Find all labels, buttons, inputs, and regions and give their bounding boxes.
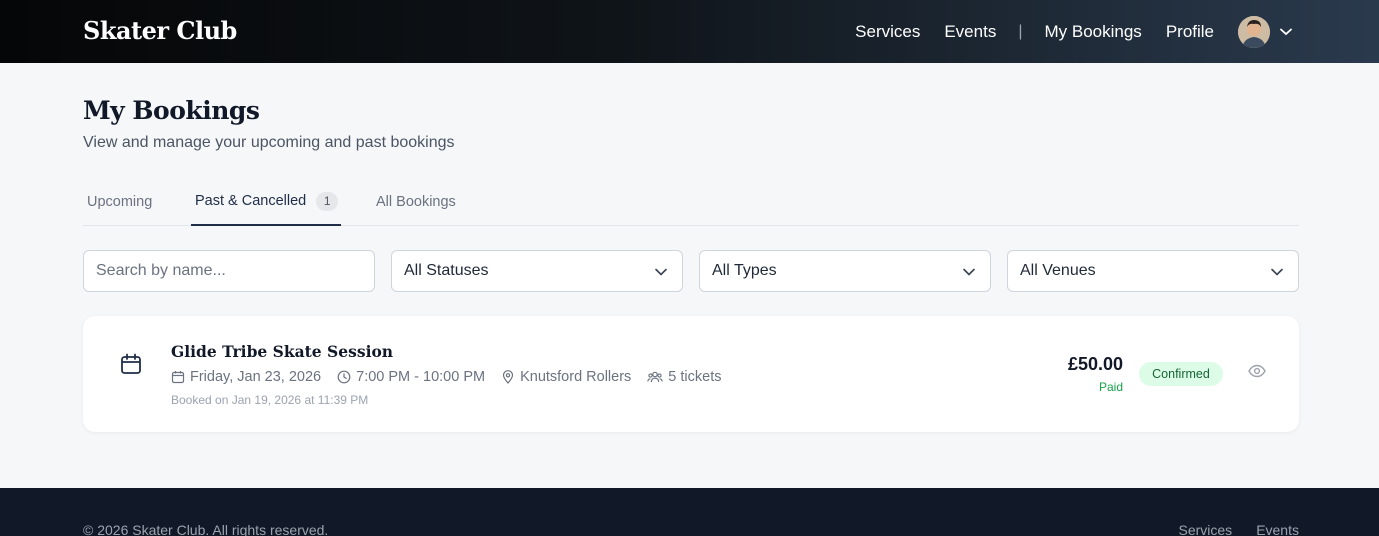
footer-copyright: © 2026 Skater Club. All rights reserved. — [83, 522, 329, 536]
booking-date-text: Friday, Jan 23, 2026 — [190, 369, 322, 385]
booking-tickets: 5 tickets — [647, 369, 721, 385]
booking-tabs: Upcoming Past & Cancelled 1 All Bookings — [83, 178, 1299, 226]
nav-events[interactable]: Events — [944, 22, 996, 42]
footer-links: Services Events — [1155, 522, 1300, 536]
booking-venue-text: Knutsford Rollers — [520, 369, 632, 385]
tab-all-bookings[interactable]: All Bookings — [376, 178, 456, 225]
footer-link-events[interactable]: Events — [1256, 522, 1299, 536]
booking-card[interactable]: Glide Tribe Skate Session Friday, Jan 23… — [83, 316, 1299, 432]
tab-label: Upcoming — [87, 193, 153, 210]
type-select-value: All Types — [712, 262, 777, 279]
page-subtitle: View and manage your upcoming and past b… — [83, 134, 455, 151]
chevron-down-icon — [963, 268, 975, 276]
payment-status: Paid — [1098, 380, 1123, 394]
tab-label: All Bookings — [376, 193, 456, 210]
user-menu-button[interactable] — [1238, 15, 1292, 48]
eye-icon[interactable] — [1248, 364, 1266, 378]
status-select[interactable]: All Statuses — [391, 250, 683, 292]
page-title: My Bookings — [83, 96, 260, 125]
chevron-down-icon — [655, 268, 667, 276]
main-nav: Services Events | My Bookings Profile — [831, 0, 1292, 63]
search-input[interactable] — [96, 262, 362, 280]
clock-icon — [337, 370, 351, 384]
brand-logo[interactable]: Skater Club — [83, 16, 237, 45]
status-badge: Confirmed — [1139, 362, 1223, 386]
count-badge: 1 — [316, 191, 339, 211]
tab-upcoming[interactable]: Upcoming — [87, 178, 152, 225]
map-pin-icon — [502, 370, 514, 384]
booking-meta: Friday, Jan 23, 2026 7:00 PM - 10:00 PM … — [171, 369, 737, 385]
chevron-down-icon — [1280, 28, 1292, 35]
booking-price: £50.00 — [1067, 354, 1123, 374]
status-select-value: All Statuses — [404, 262, 489, 279]
calendar-icon — [121, 353, 141, 374]
venue-select[interactable]: All Venues — [1007, 250, 1299, 292]
booked-on-text: Booked on Jan 19, 2026 at 11:39 PM — [171, 393, 369, 407]
tab-label: Past & Cancelled — [195, 193, 307, 209]
users-icon — [647, 371, 664, 383]
tab-past-cancelled[interactable]: Past & Cancelled 1 — [191, 178, 341, 226]
footer: © 2026 Skater Club. All rights reserved.… — [0, 488, 1379, 536]
footer-link-services[interactable]: Services — [1179, 522, 1233, 536]
booking-title: Glide Tribe Skate Session — [171, 342, 394, 361]
booking-time: 7:00 PM - 10:00 PM — [337, 369, 485, 385]
search-field — [83, 250, 375, 292]
booking-venue: Knutsford Rollers — [501, 369, 631, 385]
top-navbar: Skater Club Services Events | My Booking… — [0, 0, 1379, 63]
nav-my-bookings[interactable]: My Bookings — [1044, 22, 1141, 42]
nav-profile[interactable]: Profile — [1166, 22, 1214, 42]
booking-tickets-text: 5 tickets — [668, 369, 722, 385]
chevron-down-icon — [1271, 268, 1283, 276]
booking-time-text: 7:00 PM - 10:00 PM — [356, 369, 486, 385]
user-avatar — [1238, 15, 1270, 48]
type-select[interactable]: All Types — [699, 250, 991, 292]
nav-separator: | — [1018, 22, 1023, 40]
venue-select-value: All Venues — [1020, 262, 1096, 279]
booking-date: Friday, Jan 23, 2026 — [171, 369, 321, 385]
calendar-icon — [171, 371, 185, 384]
nav-services[interactable]: Services — [855, 22, 920, 42]
